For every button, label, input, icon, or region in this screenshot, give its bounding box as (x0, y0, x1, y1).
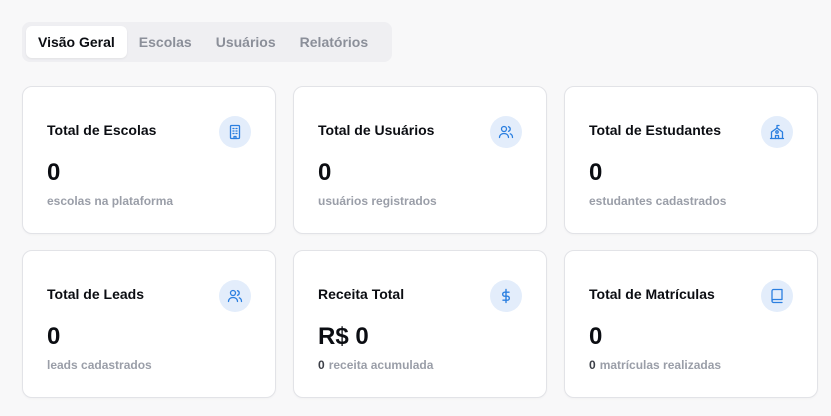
tab-visao-geral[interactable]: Visão Geral (26, 26, 127, 58)
card-value: 0 (47, 159, 61, 186)
card-subtitle: matrículas realizadas (599, 358, 722, 372)
card-title: Total de Matrículas (589, 286, 715, 302)
stat-card-matriculas: Total de Matrículas 0 0 matrículas realiz… (564, 250, 818, 398)
stat-card-estudantes: Total de Estudantes 0 estudantes cadastr… (564, 86, 818, 234)
card-title: Receita Total (318, 286, 405, 302)
card-sub-number: 0 (318, 358, 325, 372)
card-title: Total de Escolas (47, 122, 157, 138)
stat-card-leads: Total de Leads 0 leads cadastrados (22, 250, 276, 398)
stat-card-usuarios: Total de Usuários 0 usuários registrados (293, 86, 547, 234)
stat-card-receita: Receita Total R$ 0 0 receita acumulada (293, 250, 547, 398)
building-icon (219, 116, 251, 148)
card-value: 0 (47, 323, 61, 350)
card-sub-number: 0 (589, 358, 596, 372)
tab-bar: Visão Geral Escolas Usuários Relatórios (22, 22, 392, 62)
card-subtitle-row: 0 matrículas realizadas (589, 358, 721, 372)
card-value: R$ 0 (318, 323, 369, 350)
card-subtitle: estudantes cadastrados (589, 194, 727, 208)
dollar-icon (490, 280, 522, 312)
card-subtitle: escolas na plataforma (47, 194, 174, 208)
card-title: Total de Estudantes (589, 122, 721, 138)
school-icon (761, 116, 793, 148)
book-icon (761, 280, 793, 312)
card-subtitle: receita acumulada (328, 358, 434, 372)
card-value: 0 (318, 159, 332, 186)
users-icon (219, 280, 251, 312)
card-subtitle-row: 0 receita acumulada (318, 358, 433, 372)
card-subtitle: usuários registrados (318, 194, 437, 208)
card-value: 0 (589, 323, 603, 350)
stat-card-escolas: Total de Escolas 0 escolas na plataforma (22, 86, 276, 234)
card-title: Total de Leads (47, 286, 144, 302)
tab-usuarios[interactable]: Usuários (204, 26, 288, 58)
card-subtitle: leads cadastrados (47, 358, 152, 372)
card-title: Total de Usuários (318, 122, 435, 138)
card-value: 0 (589, 159, 603, 186)
tab-relatorios[interactable]: Relatórios (288, 26, 380, 58)
users-icon (490, 116, 522, 148)
tab-escolas[interactable]: Escolas (127, 26, 204, 58)
